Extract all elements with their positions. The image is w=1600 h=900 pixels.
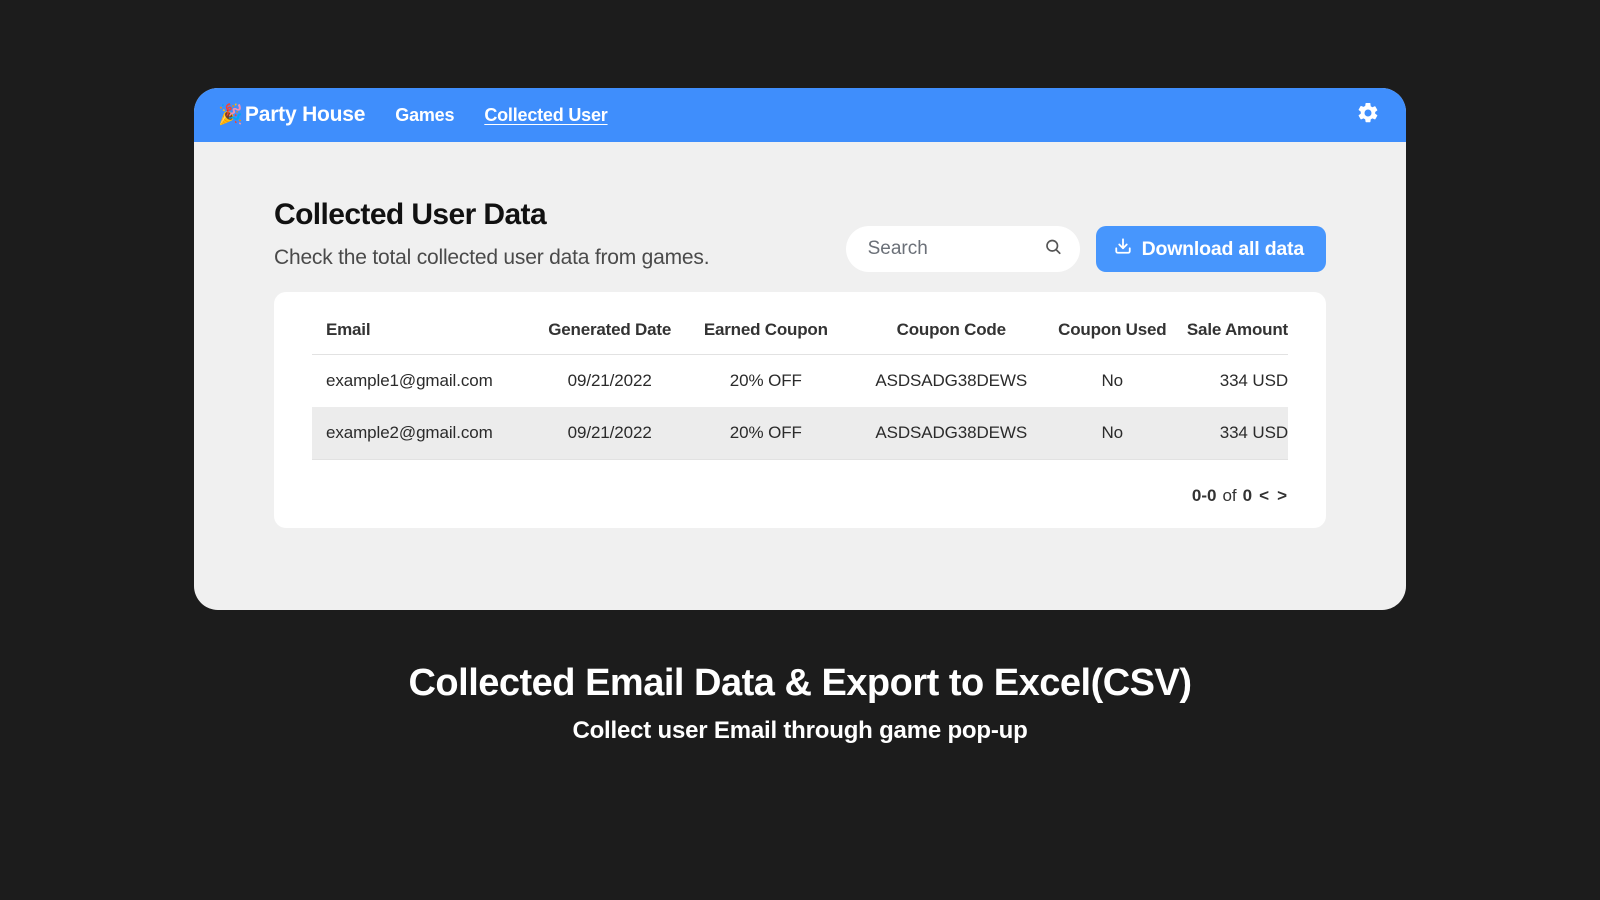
- page-header-row: Collected User Data Check the total coll…: [274, 198, 1326, 270]
- page-subtitle: Check the total collected user data from…: [274, 246, 846, 270]
- cell-date: 09/21/2022: [536, 407, 682, 459]
- content-area: Collected User Data Check the total coll…: [194, 142, 1406, 528]
- cell-amount: 334 USD: [1171, 355, 1288, 408]
- download-icon: [1114, 237, 1132, 261]
- pager-prev[interactable]: <: [1258, 486, 1270, 506]
- cell-code: ASDSADG38DEWS: [849, 355, 1054, 408]
- page-title: Collected User Data: [274, 198, 846, 232]
- hero-title: Collected Email Data & Export to Excel(C…: [408, 662, 1191, 705]
- col-used: Coupon Used: [1054, 310, 1171, 355]
- hero-section: Collected Email Data & Export to Excel(C…: [408, 662, 1191, 745]
- table-header-row: Email Generated Date Earned Coupon Coupo…: [312, 310, 1288, 355]
- cell-coupon: 20% OFF: [683, 407, 849, 459]
- cell-coupon: 20% OFF: [683, 355, 849, 408]
- cell-date: 09/21/2022: [536, 355, 682, 408]
- party-icon: 🎉: [218, 105, 243, 125]
- app-window: 🎉 Party House Games Collected User Colle…: [194, 88, 1406, 610]
- cell-code: ASDSADG38DEWS: [849, 407, 1054, 459]
- col-date: Generated Date: [536, 310, 682, 355]
- cell-amount: 334 USD: [1171, 407, 1288, 459]
- brand: 🎉 Party House: [218, 103, 365, 127]
- gear-icon[interactable]: [1356, 101, 1380, 130]
- brand-name: Party House: [245, 103, 365, 127]
- cell-used: No: [1054, 407, 1171, 459]
- main-nav: Games Collected User: [395, 105, 607, 126]
- pagination: 0-0 of 0 < >: [312, 486, 1288, 506]
- cell-used: No: [1054, 355, 1171, 408]
- search-icon: [1044, 238, 1062, 261]
- pager-total: 0: [1243, 486, 1252, 506]
- pager-of: of: [1222, 486, 1236, 506]
- pager-range: 0-0: [1192, 486, 1217, 506]
- topbar: 🎉 Party House Games Collected User: [194, 88, 1406, 142]
- cell-email: example1@gmail.com: [312, 355, 536, 408]
- col-email: Email: [312, 310, 536, 355]
- page-actions: Download all data: [846, 226, 1326, 272]
- table-row: example2@gmail.com 09/21/2022 20% OFF AS…: [312, 407, 1288, 459]
- hero-subtitle: Collect user Email through game pop-up: [408, 717, 1191, 745]
- data-table-card: Email Generated Date Earned Coupon Coupo…: [274, 292, 1326, 528]
- col-amount: Sale Amount: [1171, 310, 1288, 355]
- table-row: example1@gmail.com 09/21/2022 20% OFF AS…: [312, 355, 1288, 408]
- nav-games[interactable]: Games: [395, 105, 454, 126]
- download-all-button[interactable]: Download all data: [1096, 226, 1326, 272]
- cell-email: example2@gmail.com: [312, 407, 536, 459]
- nav-collected-user[interactable]: Collected User: [484, 105, 607, 126]
- col-coupon: Earned Coupon: [683, 310, 849, 355]
- download-label: Download all data: [1142, 238, 1304, 261]
- user-data-table: Email Generated Date Earned Coupon Coupo…: [312, 310, 1288, 460]
- col-code: Coupon Code: [849, 310, 1054, 355]
- pager-next[interactable]: >: [1276, 486, 1288, 506]
- search-field[interactable]: [846, 226, 1080, 272]
